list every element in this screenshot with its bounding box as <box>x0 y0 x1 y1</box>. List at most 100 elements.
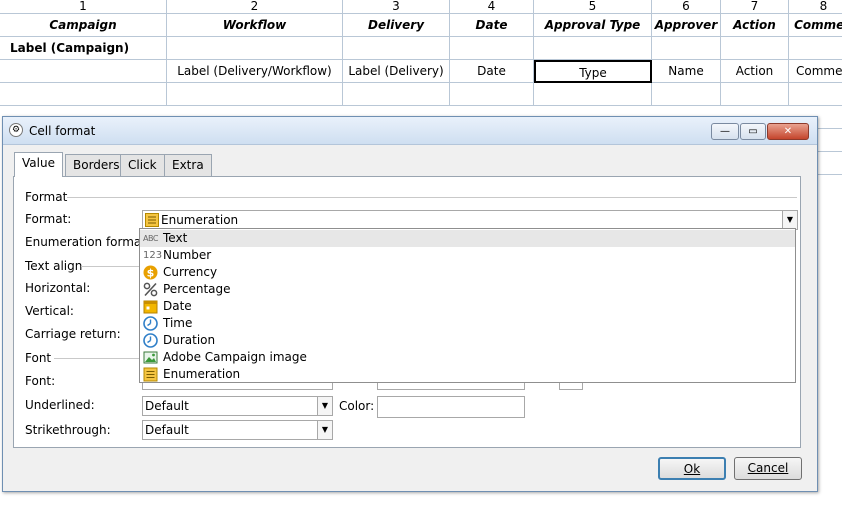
tab-borders[interactable]: Borders <box>65 154 128 176</box>
format-label: Format: <box>25 212 72 226</box>
chevron-down-icon[interactable]: ▼ <box>317 397 332 415</box>
cell-empty[interactable] <box>818 152 842 175</box>
header-approval-type[interactable]: Approval Type <box>534 14 652 37</box>
chevron-down-icon[interactable]: ▼ <box>317 421 332 439</box>
column-number: 2 <box>167 0 343 14</box>
column-number: 7 <box>721 0 789 14</box>
format-select-value: Enumeration <box>161 213 239 227</box>
color-field[interactable] <box>377 396 525 418</box>
color-label: Color: <box>339 399 375 413</box>
cell-workflow-label[interactable]: Label (Delivery/Workflow) <box>167 60 343 83</box>
tab-click[interactable]: Click <box>120 154 165 176</box>
cell-type-selected[interactable]: Type <box>534 60 652 83</box>
column-number: 3 <box>343 0 450 14</box>
column-number: 4 <box>450 0 534 14</box>
cell-empty[interactable] <box>450 83 534 106</box>
cell-delivery-label[interactable]: Label (Delivery) <box>343 60 450 83</box>
strikethrough-select-value: Default <box>145 423 189 437</box>
section-format: Format <box>25 190 68 204</box>
column-number: 8 <box>789 0 842 14</box>
underlined-label: Underlined: <box>25 398 95 412</box>
tab-value[interactable]: Value <box>14 152 63 177</box>
option-adobe-campaign-image[interactable]: Adobe Campaign image <box>140 349 795 366</box>
cell-empty[interactable] <box>167 37 343 60</box>
format-dropdown-list: ABC Text 123 Number $ Currency Percentag… <box>139 228 796 383</box>
option-label: Time <box>163 316 193 330</box>
svg-text:$: $ <box>147 267 155 280</box>
cell-empty[interactable] <box>789 83 842 106</box>
option-label: Currency <box>163 265 218 279</box>
column-number: 1 <box>0 0 167 14</box>
number-123-icon: 123 <box>143 250 163 261</box>
minimize-button[interactable]: — <box>711 123 739 140</box>
cell-empty[interactable] <box>0 83 167 106</box>
strikethrough-label: Strikethrough: <box>25 423 111 437</box>
option-percentage[interactable]: Percentage <box>140 281 795 298</box>
maximize-button[interactable]: ▭ <box>740 123 766 140</box>
image-icon <box>143 351 158 364</box>
option-label: Percentage <box>163 282 231 296</box>
section-text-align: Text align <box>25 259 83 273</box>
cell-empty[interactable] <box>721 37 789 60</box>
section-font: Font <box>25 351 52 365</box>
header-delivery[interactable]: Delivery <box>343 14 450 37</box>
currency-icon: $ <box>143 265 158 280</box>
cell-empty[interactable] <box>652 83 721 106</box>
option-duration[interactable]: Duration <box>140 332 795 349</box>
option-currency[interactable]: $ Currency <box>140 264 795 281</box>
cell-empty[interactable] <box>450 37 534 60</box>
separator <box>81 266 141 267</box>
option-time[interactable]: Time <box>140 315 795 332</box>
cell-empty[interactable] <box>789 37 842 60</box>
header-comment[interactable]: Commen <box>789 14 842 37</box>
option-label: Number <box>163 248 212 262</box>
cell-empty[interactable] <box>534 83 652 106</box>
underlined-select-value: Default <box>145 399 189 413</box>
cell-empty[interactable] <box>0 60 167 83</box>
underlined-select[interactable]: Default ▼ <box>142 396 333 416</box>
option-enumeration[interactable]: Enumeration <box>140 366 795 383</box>
header-date[interactable]: Date <box>450 14 534 37</box>
cell-empty[interactable] <box>343 83 450 106</box>
percent-icon <box>143 282 158 297</box>
cell-empty[interactable] <box>721 83 789 106</box>
option-number[interactable]: 123 Number <box>140 247 795 264</box>
dialog-title: Cell format <box>29 124 96 138</box>
cancel-button[interactable]: Cancel <box>734 457 802 480</box>
column-number: 6 <box>652 0 721 14</box>
cell-empty[interactable] <box>534 37 652 60</box>
horizontal-label: Horizontal: <box>25 281 91 295</box>
header-approver[interactable]: Approver <box>652 14 721 37</box>
cell-empty[interactable] <box>818 129 842 152</box>
abc-text-icon: ABC <box>143 234 158 243</box>
cell-campaign-label[interactable]: Label (Campaign) <box>0 37 167 60</box>
cell-empty[interactable] <box>167 83 343 106</box>
tab-extra[interactable]: Extra <box>164 154 212 176</box>
app-icon: ⚙ <box>9 123 23 137</box>
option-text[interactable]: ABC Text <box>140 230 795 247</box>
calendar-icon <box>143 300 158 314</box>
option-date[interactable]: Date <box>140 298 795 315</box>
header-workflow[interactable]: Workflow <box>167 14 343 37</box>
option-label: Date <box>163 299 192 313</box>
header-action[interactable]: Action <box>721 14 789 37</box>
format-select[interactable]: Enumeration ▼ <box>142 210 798 230</box>
ok-button[interactable]: Ok <box>658 457 726 480</box>
chevron-down-icon[interactable]: ▼ <box>782 211 797 229</box>
cell-comment[interactable]: Commer <box>789 60 842 83</box>
dialog-titlebar[interactable]: ⚙ Cell format — ▭ ✕ <box>3 117 817 145</box>
close-button[interactable]: ✕ <box>767 123 809 140</box>
cell-approver-name[interactable]: Name <box>652 60 721 83</box>
cell-action[interactable]: Action <box>721 60 789 83</box>
option-label: Enumeration <box>163 367 241 381</box>
strikethrough-select[interactable]: Default ▼ <box>142 420 333 440</box>
vertical-label: Vertical: <box>25 304 74 318</box>
cell-date[interactable]: Date <box>450 60 534 83</box>
font-label: Font: <box>25 374 56 388</box>
option-label: Duration <box>163 333 216 347</box>
header-campaign[interactable]: Campaign <box>0 14 167 37</box>
duration-clock-icon <box>143 333 158 348</box>
cell-empty[interactable] <box>343 37 450 60</box>
enumeration-icon <box>145 213 159 227</box>
cell-empty[interactable] <box>652 37 721 60</box>
